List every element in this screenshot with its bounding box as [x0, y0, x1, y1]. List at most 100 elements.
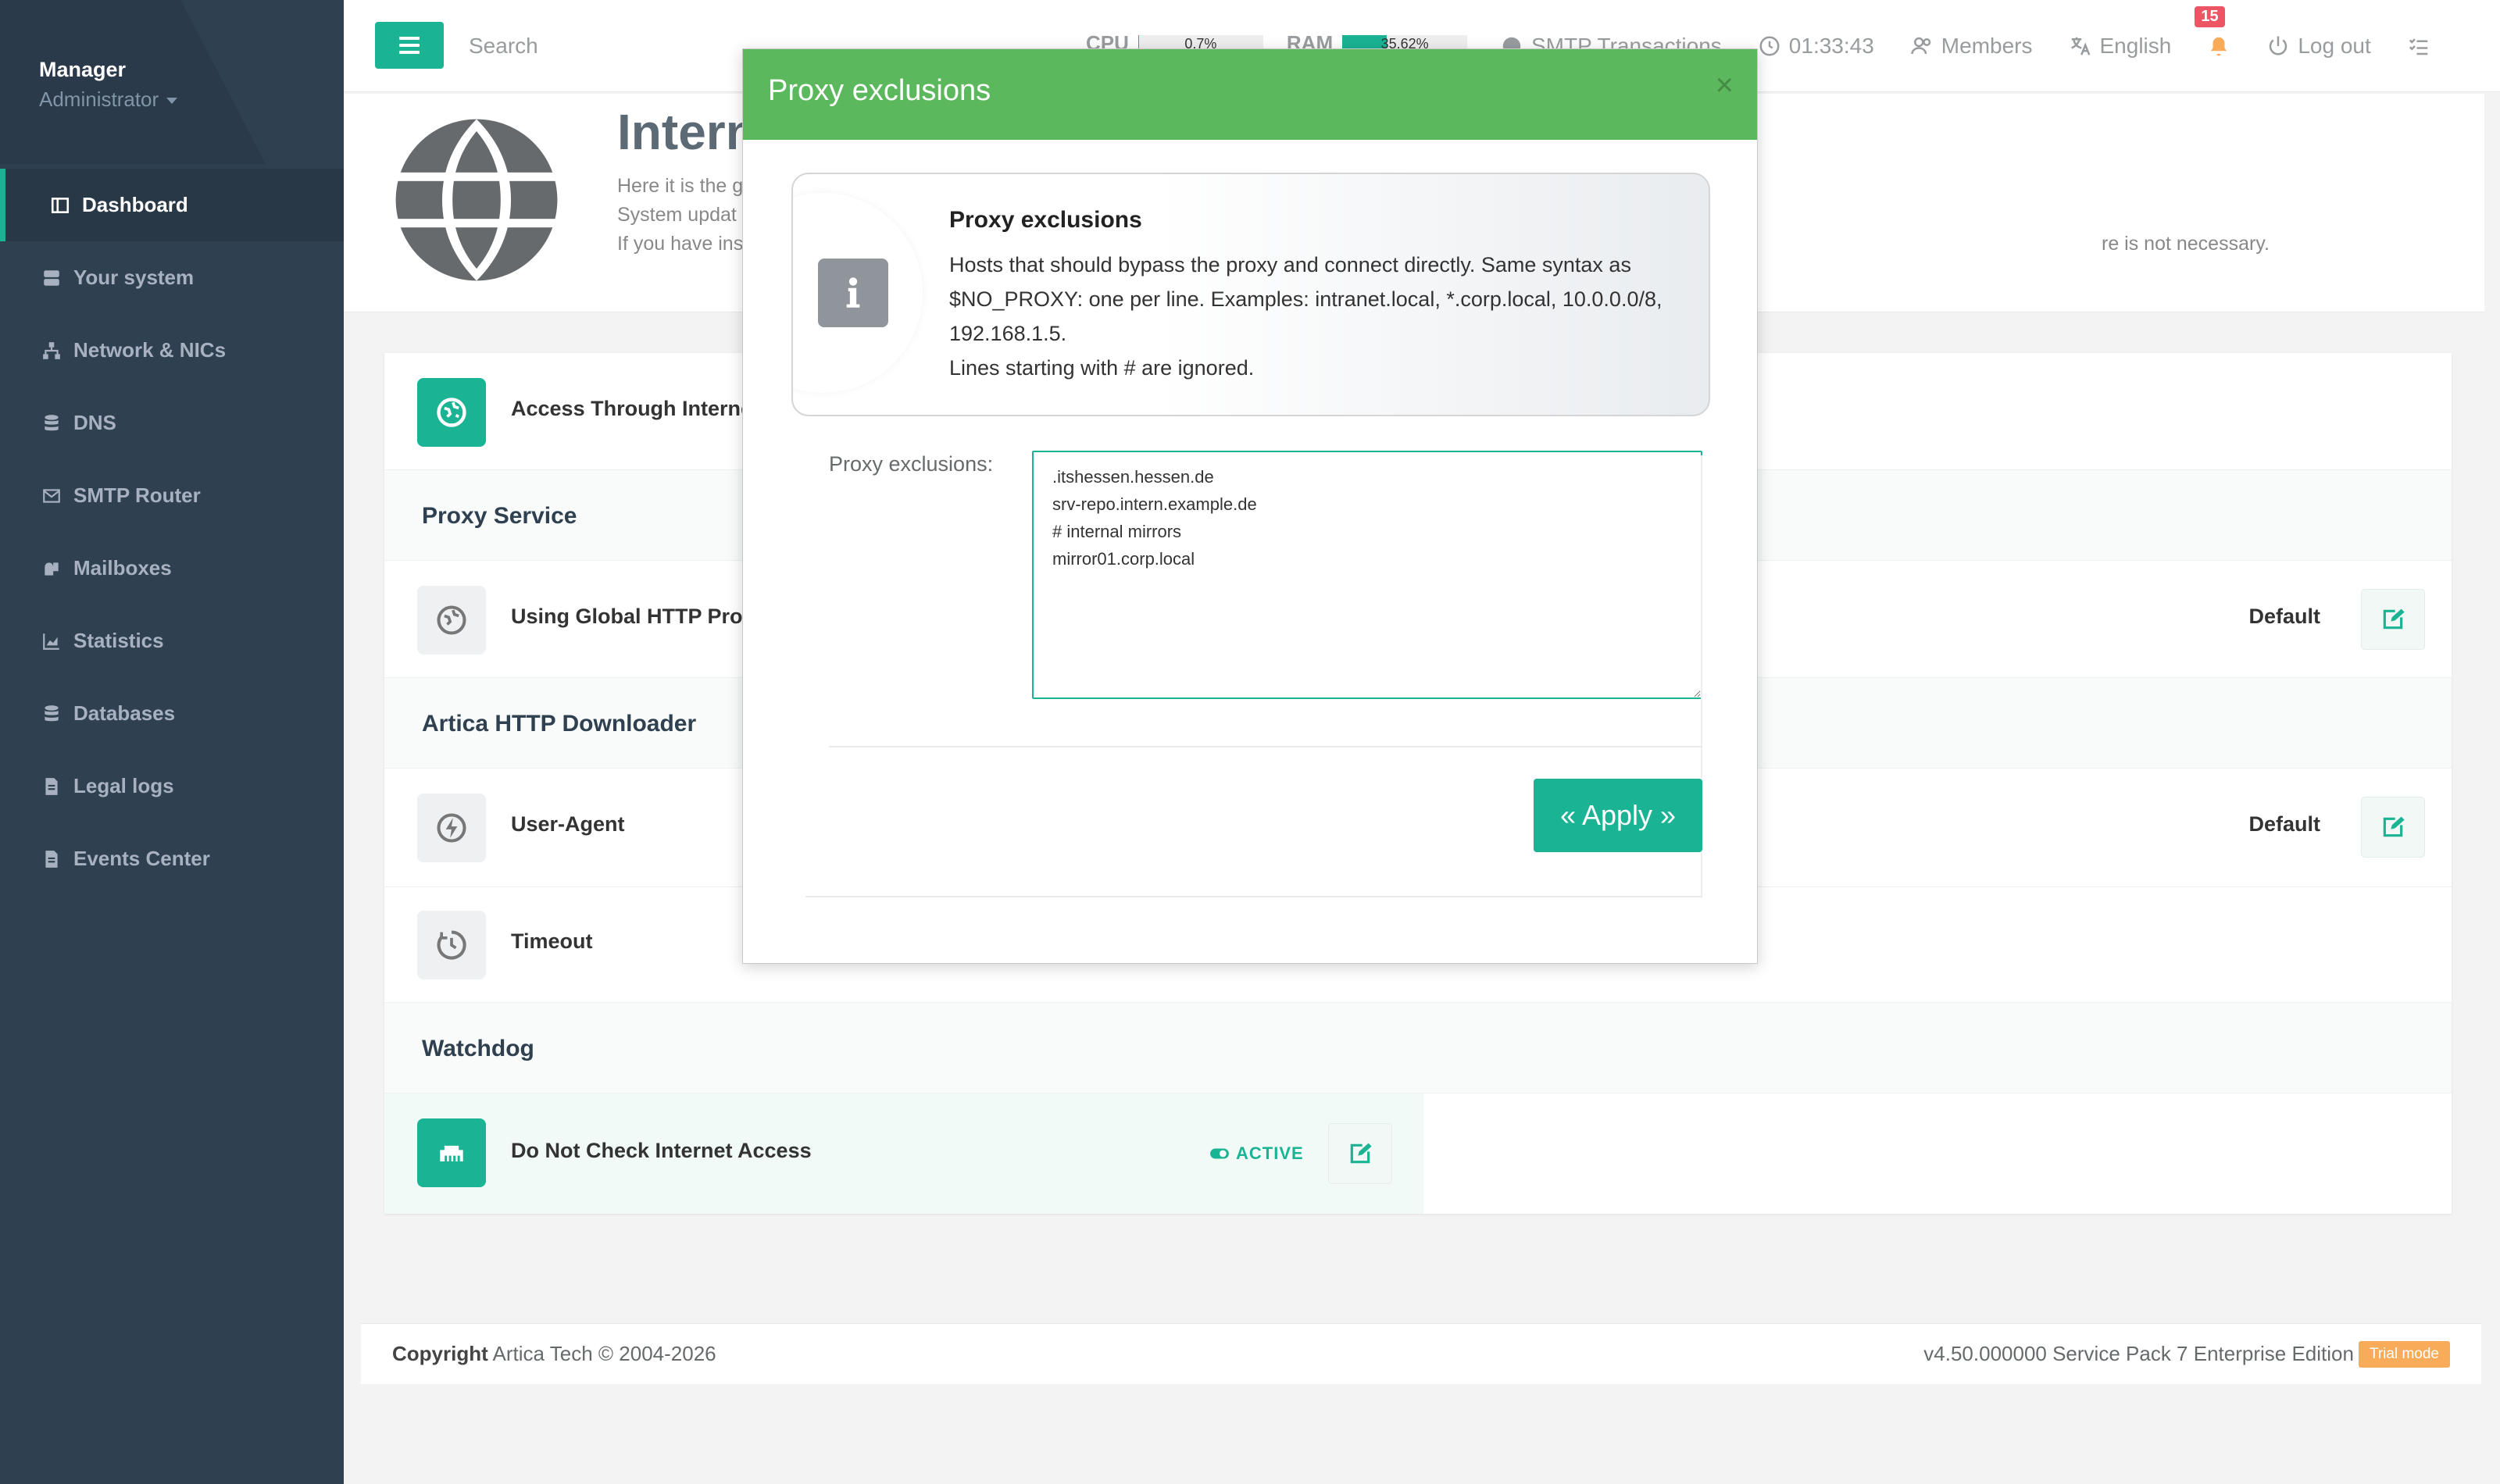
info-box: Proxy exclusions Hosts that should bypas…: [791, 173, 1710, 416]
members-link[interactable]: Members: [1910, 34, 2033, 59]
notification-count-badge: 15: [2195, 6, 2225, 27]
no-check-label: Do Not Check Internet Access: [511, 1139, 812, 1162]
apply-button[interactable]: « Apply »: [1534, 779, 1702, 852]
edit-icon: [2383, 608, 2405, 630]
database-icon: [41, 412, 62, 434]
sidebar-item-label: SMTP Router: [73, 483, 201, 507]
translate-icon: [2070, 37, 2090, 55]
user-role-label: Administrator: [39, 87, 159, 111]
proxy-exclusions-textarea[interactable]: [1032, 451, 1702, 699]
sidebar-item-label: DNS: [73, 411, 116, 434]
file-icon: [41, 848, 62, 870]
user-agent-tile: [417, 794, 486, 862]
sidebar-item-your-system[interactable]: Your system: [0, 241, 344, 314]
dashboard-icon: [49, 194, 71, 216]
globe-icon: [437, 398, 466, 427]
sidebar-nav: Dashboard Your system Network & NICs DNS…: [0, 169, 344, 895]
timer-icon: [437, 930, 466, 960]
edit-icon: [2383, 816, 2405, 837]
page-title: Intern: [617, 104, 756, 160]
user-agent-value: Default: [2248, 812, 2320, 836]
globe-icon: [437, 605, 466, 635]
sidebar-profile: Manager Administrator: [0, 0, 344, 164]
page-description-line: System updat: [617, 204, 737, 226]
menu-toggle-button[interactable]: [375, 22, 444, 69]
sidebar-item-events-center[interactable]: Events Center: [0, 822, 344, 895]
logout-label: Log out: [2298, 34, 2371, 58]
bell-icon: [2211, 37, 2227, 56]
sidebar-item-dns[interactable]: DNS: [0, 387, 344, 459]
globe-icon: [395, 119, 558, 281]
close-icon[interactable]: ×: [1716, 68, 1734, 103]
search-input[interactable]: [469, 30, 703, 62]
field-label-text: Proxy exclusions: [829, 452, 988, 476]
users-icon: [1911, 37, 1931, 55]
trial-badge: Trial mode: [2358, 1340, 2450, 1368]
sidebar-item-label: Statistics: [73, 629, 164, 652]
language-label: English: [2099, 34, 2172, 58]
sidebar-item-label: Databases: [73, 701, 176, 725]
timeout-label: Timeout: [511, 929, 593, 953]
sidebar-item-mailboxes[interactable]: Mailboxes: [0, 532, 344, 605]
edit-global-proxy-button[interactable]: [2361, 589, 2425, 650]
logout-button[interactable]: Log out: [2266, 34, 2371, 59]
section-title: Artica HTTP Downloader: [422, 711, 697, 737]
bolt-icon: [437, 813, 466, 843]
global-proxy-label: Using Global HTTP Prox: [511, 605, 755, 628]
toggle-on-icon: [1210, 1148, 1229, 1159]
database-icon: [41, 703, 62, 725]
profile-background: [0, 0, 266, 164]
global-proxy-tile: [417, 586, 486, 655]
sidebar-item-dashboard[interactable]: Dashboard: [0, 169, 344, 241]
status-badge: ACTIVE: [1209, 1143, 1304, 1164]
mailbox-icon: [41, 558, 62, 580]
copyright: Copyright Artica Tech © 2004-2026: [392, 1342, 716, 1366]
page-description-tail: re is not necessary.: [2102, 233, 2270, 255]
section-title: Proxy Service: [422, 503, 577, 529]
edit-user-agent-button[interactable]: [2361, 797, 2425, 858]
info-title: Proxy exclusions: [949, 207, 1142, 233]
network-icon: [41, 340, 62, 362]
tasks-icon: [2409, 38, 2428, 55]
copyright-bold: Copyright: [392, 1342, 488, 1365]
status-label: ACTIVE: [1236, 1143, 1304, 1163]
no-check-tile: [417, 1118, 486, 1187]
form-divider: [829, 746, 1702, 747]
no-check-row: Do Not Check Internet Access ACTIVE: [384, 1093, 1423, 1214]
language-selector[interactable]: English: [2069, 34, 2172, 59]
section-watchdog: Watchdog: [384, 1003, 2452, 1093]
edit-icon: [1350, 1143, 1372, 1164]
caret-down-icon: [166, 97, 178, 104]
info-icon: [818, 259, 888, 327]
edit-no-check-button[interactable]: [1328, 1123, 1392, 1184]
page-description-line: Here it is the g: [617, 175, 744, 197]
file-icon: [41, 776, 62, 797]
sidebar-item-network[interactable]: Network & NICs: [0, 314, 344, 387]
members-label: Members: [1941, 34, 2033, 58]
power-icon: [2270, 36, 2288, 55]
sidebar: Manager Administrator Dashboard Your sys…: [0, 0, 344, 1484]
proxy-exclusions-modal: Proxy exclusions × Proxy exclusions Host…: [742, 48, 1758, 964]
sidebar-item-label: Events Center: [73, 847, 210, 870]
modal-header: Proxy exclusions ×: [743, 49, 1757, 140]
sidebar-item-label: Your system: [73, 266, 195, 289]
notifications-button[interactable]: 15: [2195, 6, 2230, 58]
page-description: Here it is the g System updat If you hav…: [617, 172, 743, 259]
footer: Copyright Artica Tech © 2004-2026 v4.50.…: [361, 1323, 2481, 1384]
form-bottom-divider: [805, 896, 1702, 897]
copyright-text: Artica Tech © 2004-2026: [488, 1342, 716, 1365]
clock-value: 01:33:43: [1788, 34, 1874, 58]
info-text: Hosts that should bypass the proxy and c…: [949, 248, 1684, 385]
version-text: v4.50.000000 Service Pack 7 Enterprise E…: [1923, 1342, 2354, 1365]
tasks-button[interactable]: [2407, 34, 2430, 58]
sidebar-item-databases[interactable]: Databases: [0, 677, 344, 750]
sidebar-item-label: Mailboxes: [73, 556, 172, 580]
sidebar-item-smtp-router[interactable]: SMTP Router: [0, 459, 344, 532]
proxy-exclusions-label: Proxy exclusions:: [829, 452, 994, 476]
ethernet-icon: [440, 1145, 463, 1161]
sidebar-item-label: Dashboard: [82, 193, 188, 216]
version-info: v4.50.000000 Service Pack 7 Enterprise E…: [1923, 1340, 2450, 1368]
user-role-dropdown[interactable]: Administrator: [39, 87, 178, 112]
sidebar-item-legal-logs[interactable]: Legal logs: [0, 750, 344, 822]
sidebar-item-statistics[interactable]: Statistics: [0, 605, 344, 677]
